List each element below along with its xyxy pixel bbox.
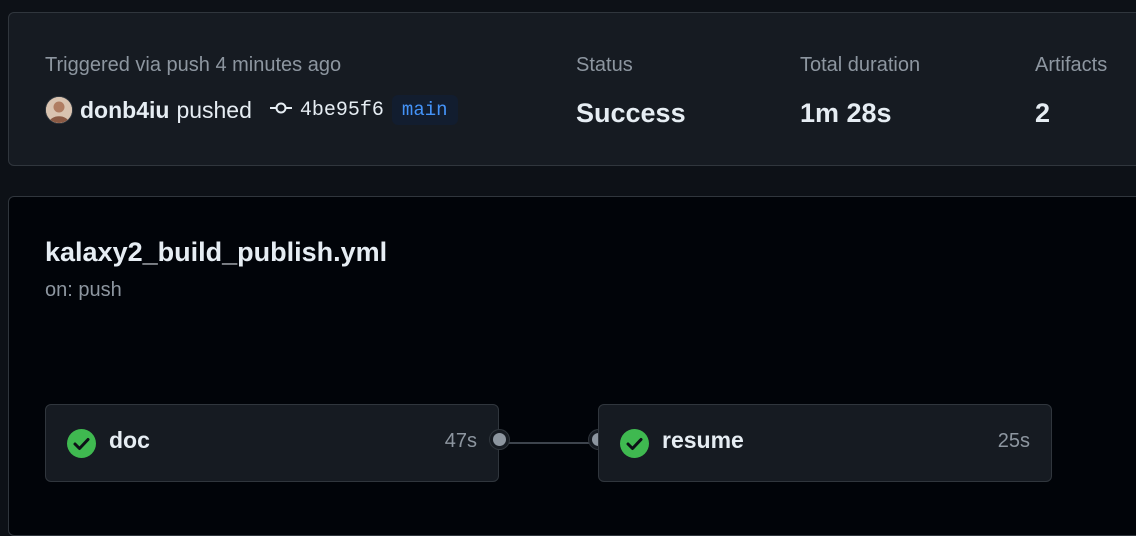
status-block: Status Success: [576, 53, 686, 129]
trigger-block: Triggered via push 4 minutes ago donb4iu…: [45, 53, 458, 127]
artifacts-count-link[interactable]: 2: [1035, 97, 1107, 129]
duration-label: Total duration: [800, 54, 921, 76]
git-commit-icon: [269, 100, 292, 121]
artifacts-label: Artifacts: [1035, 54, 1108, 76]
avatar[interactable]: [45, 96, 73, 124]
artifacts-block: Artifacts 2: [1035, 53, 1107, 129]
workflow-file-name: kalaxy2_build_publish.yml: [45, 237, 388, 267]
user-link[interactable]: donb4iu: [80, 97, 169, 124]
branch-badge[interactable]: main: [391, 95, 458, 125]
check-circle-icon: [67, 429, 96, 458]
job-name: doc: [109, 427, 150, 453]
duration-value: 1m 28s: [800, 98, 892, 128]
check-circle-icon: [620, 429, 649, 458]
status-value: Success: [576, 98, 686, 128]
job-duration: 47s: [444, 430, 477, 452]
push-info: donb4iu pushed 4be95f6 main: [45, 93, 458, 127]
job-output-port: [490, 430, 509, 449]
duration-block: Total duration 1m 28s: [800, 53, 920, 129]
push-action-text: pushed: [176, 96, 252, 123]
status-label: Status: [576, 54, 633, 76]
job-duration: 25s: [997, 430, 1030, 452]
run-summary-panel: Triggered via push 4 minutes ago donb4iu…: [8, 12, 1136, 166]
trigger-text: Triggered via push 4 minutes ago: [45, 54, 342, 76]
job-card-doc[interactable]: doc 47s: [45, 404, 499, 482]
workflow-trigger: on: push: [45, 279, 122, 301]
job-card-resume[interactable]: resume 25s: [598, 404, 1052, 482]
commit-sha-link[interactable]: 4be95f6: [300, 99, 384, 122]
workflow-graph: kalaxy2_build_publish.yml on: push doc 4…: [8, 196, 1136, 536]
job-name: resume: [662, 427, 744, 453]
